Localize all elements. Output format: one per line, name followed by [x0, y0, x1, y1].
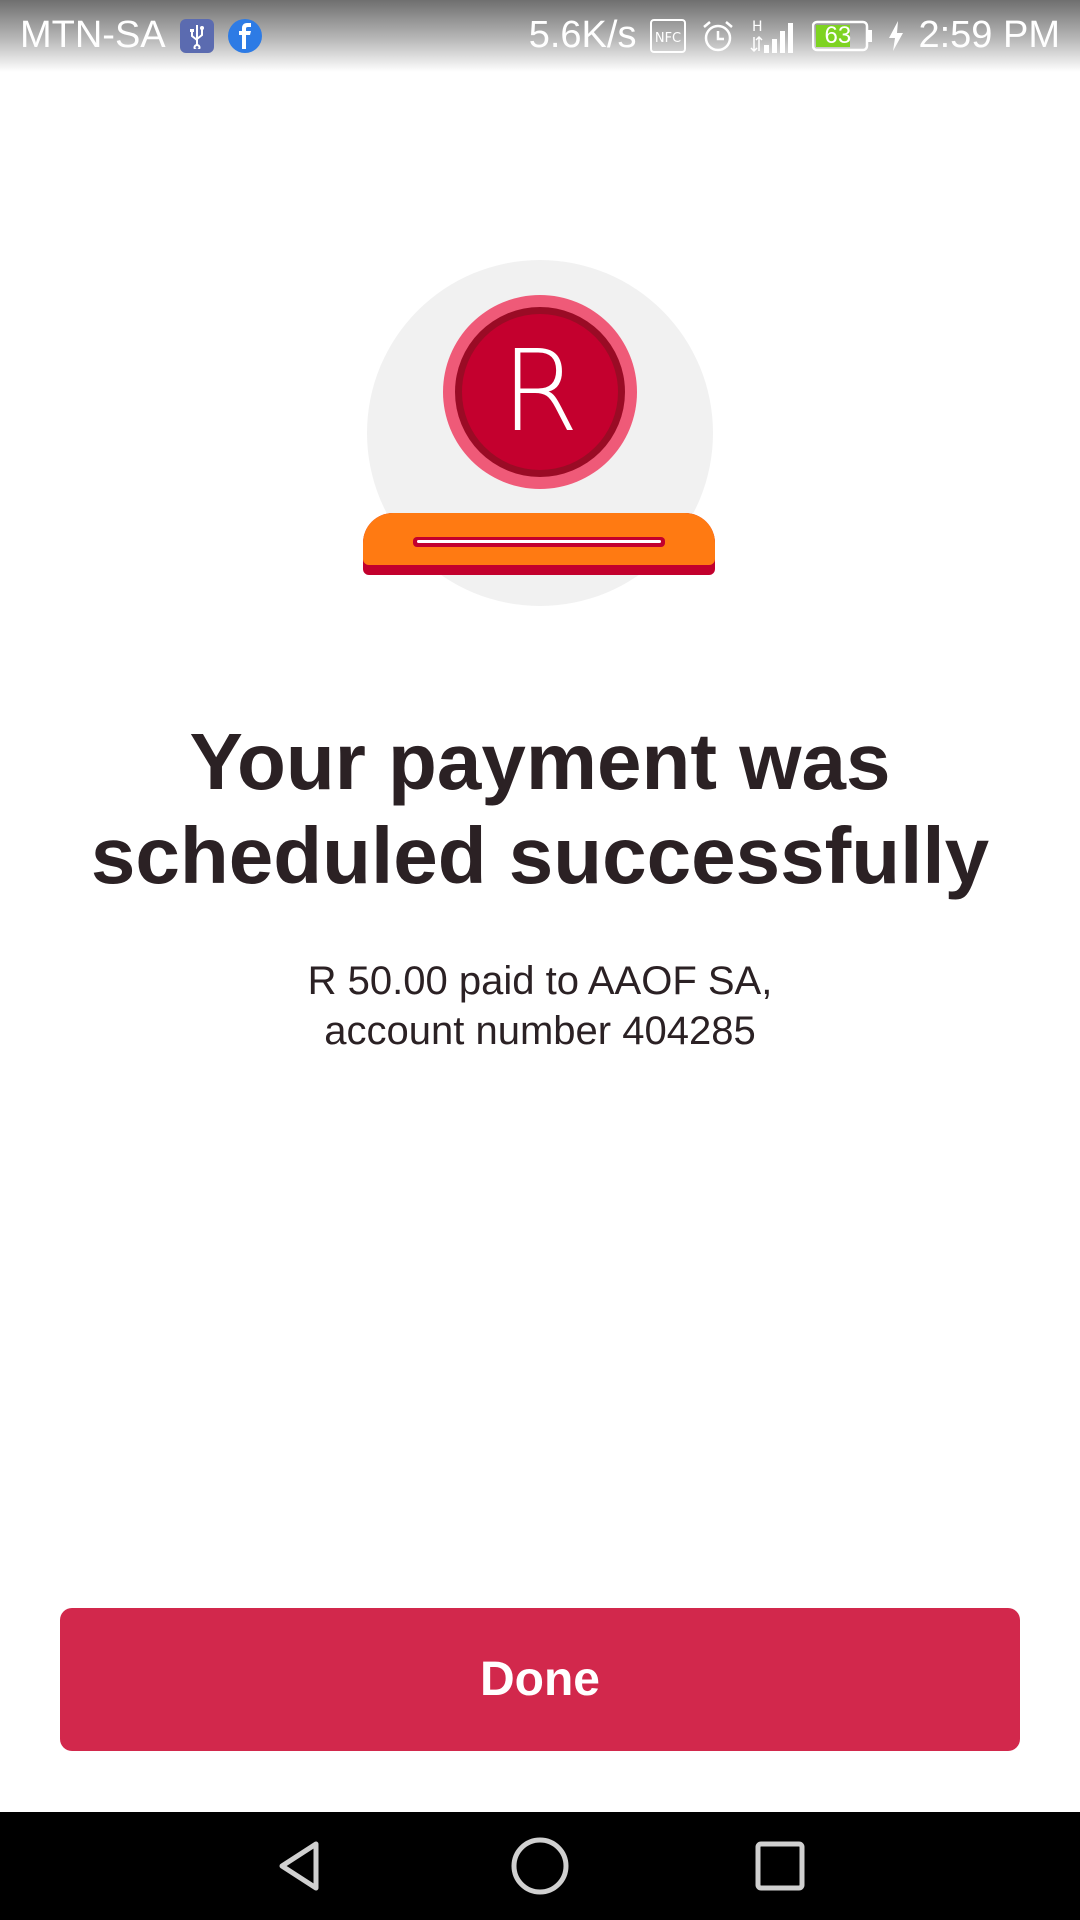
carrier-label: MTN-SA [20, 14, 166, 56]
network-speed: 5.6K/s [528, 14, 637, 56]
payment-details: R 50.00 paid to AAOF SA, account number … [110, 956, 970, 1056]
success-title: Your payment was scheduled successfully [90, 717, 990, 900]
charging-icon [888, 20, 904, 51]
nfc-icon: NFC [650, 18, 687, 53]
facebook-icon [227, 18, 262, 53]
usb-icon [179, 18, 214, 53]
svg-text:NFC: NFC [655, 31, 681, 46]
coin-slot-icon [363, 513, 715, 575]
rand-coin-icon: R [443, 295, 637, 489]
back-icon[interactable] [268, 1834, 332, 1898]
payment-illustration: R [355, 255, 725, 615]
status-bar-left: MTN-SA [20, 14, 262, 57]
svg-text:H: H [752, 19, 763, 35]
battery-icon: 63 [812, 20, 874, 52]
payment-account-number: account number 404285 [324, 1009, 756, 1053]
signal-icon: H [750, 17, 798, 55]
slot-opening [413, 537, 665, 547]
status-bar-right: 5.6K/s NFC H 63 2:59 PM [529, 14, 1060, 57]
alarm-icon [700, 18, 736, 54]
recents-icon[interactable] [748, 1834, 812, 1898]
battery-level: 63 [824, 21, 852, 49]
payment-amount-recipient: R 50.00 paid to AAOF SA, [307, 959, 773, 1003]
status-bar: MTN-SA 5.6K/s NFC H 63 2:59 PM [0, 0, 1080, 72]
navigation-bar [0, 1812, 1080, 1920]
done-button[interactable]: Done [60, 1608, 1020, 1751]
coin-symbol: R [462, 314, 618, 470]
clock: 2:59 PM [918, 14, 1060, 56]
home-icon[interactable] [508, 1834, 572, 1898]
